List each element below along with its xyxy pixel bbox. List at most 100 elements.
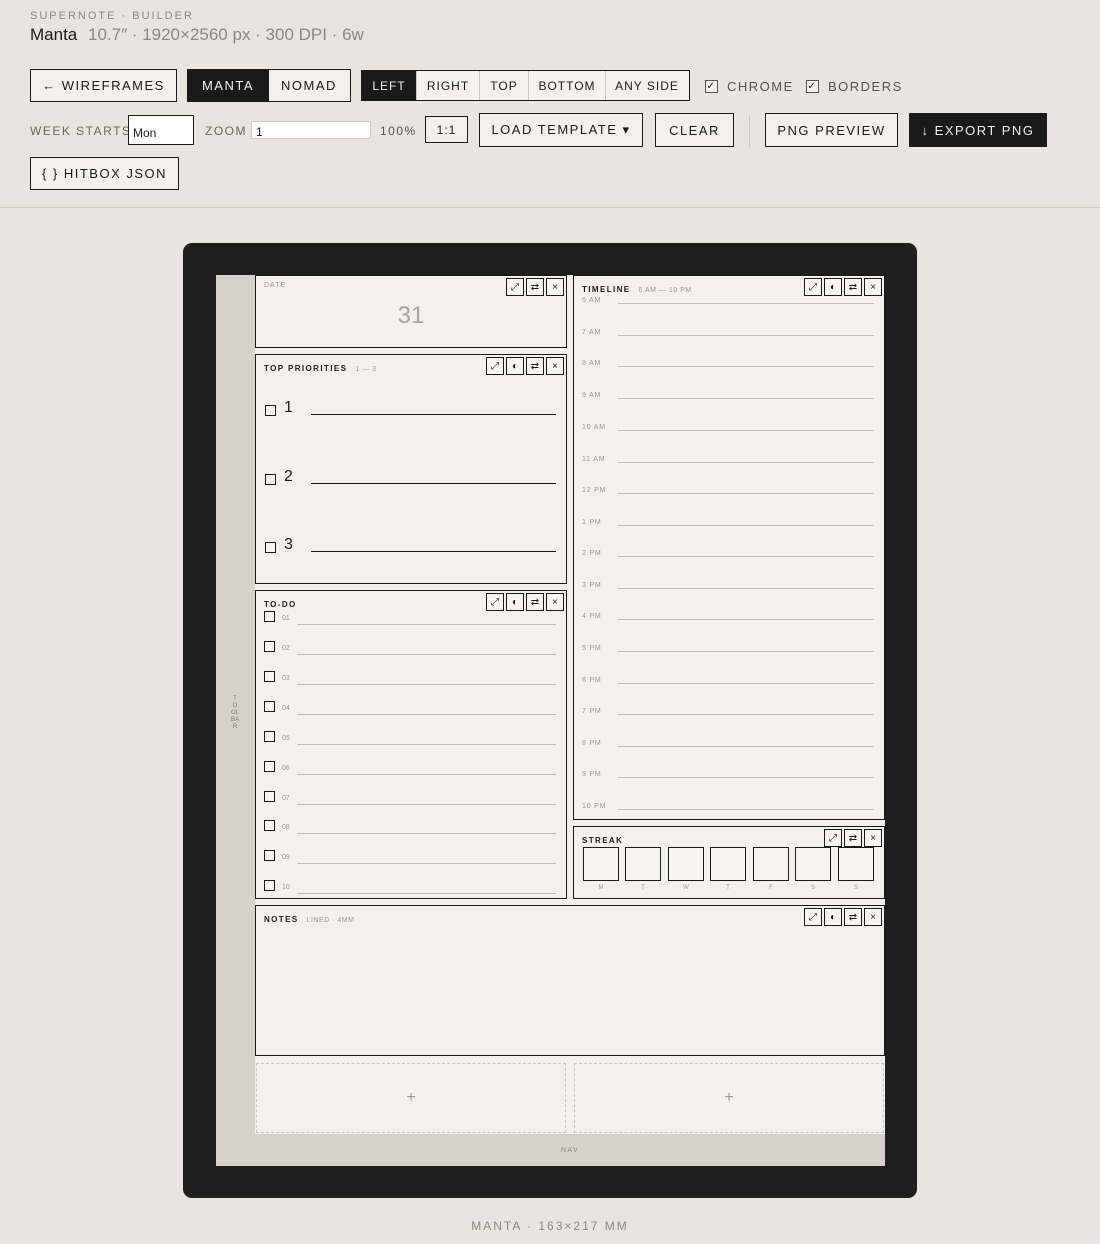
timeline-hour-row[interactable]: 9 PM bbox=[582, 771, 874, 783]
swap-icon[interactable]: ⇄ bbox=[844, 829, 862, 847]
todo-line[interactable] bbox=[297, 863, 556, 864]
timeline-hour-row[interactable]: 6 AM bbox=[582, 297, 874, 309]
clear-button[interactable]: CLEAR bbox=[655, 113, 734, 147]
priority-checkbox[interactable] bbox=[265, 542, 276, 553]
chrome-checkbox[interactable]: ✓ CHROME bbox=[705, 79, 794, 94]
swap-icon[interactable]: ⇄ bbox=[526, 278, 544, 296]
close-icon[interactable]: × bbox=[546, 357, 564, 375]
close-icon[interactable]: × bbox=[864, 829, 882, 847]
resize-icon[interactable]: ⤢ bbox=[506, 278, 524, 296]
streak-day-box[interactable] bbox=[795, 847, 831, 881]
timeline-hour-row[interactable]: 3 PM bbox=[582, 582, 874, 594]
todo-line[interactable] bbox=[297, 654, 556, 655]
timeline-hour-row[interactable]: 10 PM bbox=[582, 803, 874, 815]
add-widget-slot-left[interactable]: + bbox=[256, 1063, 566, 1133]
timeline-hour-row[interactable]: 8 AM bbox=[582, 360, 874, 372]
todo-checkbox[interactable] bbox=[264, 701, 275, 712]
todo-line[interactable] bbox=[297, 804, 556, 805]
priority-checkbox[interactable] bbox=[265, 405, 276, 416]
timeline-hour-row[interactable]: 11 AM bbox=[582, 456, 874, 468]
priority-line[interactable] bbox=[311, 483, 556, 485]
streak-day-box[interactable] bbox=[668, 847, 704, 881]
notes-widget[interactable]: NOTES LINED · 4MM ⤢ ◐ ⇄ × bbox=[255, 905, 885, 1056]
timeline-widget[interactable]: TIMELINE 6 AM — 10 PM ⤢ ◐ ⇄ × 6 AM 7 AM 8… bbox=[573, 275, 885, 820]
load-template-button[interactable]: LOAD TEMPLATE ▾ bbox=[479, 113, 643, 147]
todo-line[interactable] bbox=[297, 774, 556, 775]
contrast-icon[interactable]: ◐ bbox=[506, 357, 524, 375]
timeline-hour-row[interactable]: 7 AM bbox=[582, 329, 874, 341]
resize-icon[interactable]: ⤢ bbox=[486, 593, 504, 611]
borders-checkbox[interactable]: ✓ BORDERS bbox=[806, 79, 903, 94]
zoom-input[interactable]: 1 bbox=[251, 121, 371, 139]
todo-checkbox[interactable] bbox=[264, 880, 275, 891]
resize-icon[interactable]: ⤢ bbox=[824, 829, 842, 847]
hitbox-json-button[interactable]: { } HITBOX JSON bbox=[30, 157, 179, 190]
borders-check-icon[interactable]: ✓ bbox=[806, 80, 819, 93]
todo-line[interactable] bbox=[297, 744, 556, 745]
todo-line[interactable] bbox=[297, 833, 556, 834]
timeline-hour-row[interactable]: 1 PM bbox=[582, 519, 874, 531]
export-png-button[interactable]: ↓ EXPORT PNG bbox=[909, 113, 1047, 147]
todo-checkbox[interactable] bbox=[264, 820, 275, 831]
timeline-hour-row[interactable]: 8 PM bbox=[582, 740, 874, 752]
todo-checkbox[interactable] bbox=[264, 850, 275, 861]
add-widget-slot-right[interactable]: + bbox=[574, 1063, 884, 1133]
swap-icon[interactable]: ⇄ bbox=[844, 908, 862, 926]
resize-icon[interactable]: ⤢ bbox=[804, 278, 822, 296]
side-option-bottom[interactable]: BOTTOM bbox=[529, 71, 606, 100]
png-preview-button[interactable]: PNG PREVIEW bbox=[765, 113, 898, 147]
priority-checkbox[interactable] bbox=[265, 474, 276, 485]
device-option-nomad[interactable]: NOMAD bbox=[268, 70, 349, 101]
timeline-hour-row[interactable]: 7 PM bbox=[582, 708, 874, 720]
week-starts-select[interactable]: Mon bbox=[128, 115, 194, 145]
swap-icon[interactable]: ⇄ bbox=[526, 593, 544, 611]
priority-line[interactable] bbox=[311, 551, 556, 553]
close-icon[interactable]: × bbox=[546, 278, 564, 296]
todo-checkbox[interactable] bbox=[264, 641, 275, 652]
swap-icon[interactable]: ⇄ bbox=[844, 278, 862, 296]
todo-checkbox[interactable] bbox=[264, 731, 275, 742]
chrome-check-icon[interactable]: ✓ bbox=[705, 80, 718, 93]
close-icon[interactable]: × bbox=[864, 908, 882, 926]
side-option-any-side[interactable]: ANY SIDE bbox=[606, 71, 688, 100]
todo-widget[interactable]: TO-DO ⤢ ◐ ⇄ × 01 02 03 04 05 06 07 08 09… bbox=[255, 590, 567, 899]
todo-checkbox[interactable] bbox=[264, 671, 275, 682]
streak-widget[interactable]: STREAK ⤢ ⇄ × M T W T F S S bbox=[573, 826, 885, 899]
contrast-icon[interactable]: ◐ bbox=[506, 593, 524, 611]
timeline-hour-row[interactable]: 9 AM bbox=[582, 392, 874, 404]
timeline-hour-row[interactable]: 10 AM bbox=[582, 424, 874, 436]
contrast-icon[interactable]: ◐ bbox=[824, 908, 842, 926]
todo-line[interactable] bbox=[297, 893, 556, 894]
todo-line[interactable] bbox=[297, 714, 556, 715]
timeline-hour-row[interactable]: 6 PM bbox=[582, 677, 874, 689]
streak-day-box[interactable] bbox=[625, 847, 661, 881]
streak-day-box[interactable] bbox=[710, 847, 746, 881]
streak-day-box[interactable] bbox=[583, 847, 619, 881]
resize-icon[interactable]: ⤢ bbox=[804, 908, 822, 926]
todo-line[interactable] bbox=[297, 624, 556, 625]
timeline-hour-row[interactable]: 5 PM bbox=[582, 645, 874, 657]
priorities-widget[interactable]: TOP PRIORITIES 1 — 3 ⤢ ◐ ⇄ × 1 2 3 bbox=[255, 354, 567, 584]
todo-checkbox[interactable] bbox=[264, 611, 275, 622]
todo-line[interactable] bbox=[297, 684, 556, 685]
priority-line[interactable] bbox=[311, 414, 556, 416]
streak-day-box[interactable] bbox=[753, 847, 789, 881]
timeline-hour-row[interactable]: 2 PM bbox=[582, 550, 874, 562]
close-icon[interactable]: × bbox=[546, 593, 564, 611]
close-icon[interactable]: × bbox=[864, 278, 882, 296]
side-option-right[interactable]: RIGHT bbox=[417, 71, 480, 100]
contrast-icon[interactable]: ◐ bbox=[824, 278, 842, 296]
side-option-top[interactable]: TOP bbox=[480, 71, 529, 100]
timeline-hour-row[interactable]: 4 PM bbox=[582, 613, 874, 625]
swap-icon[interactable]: ⇄ bbox=[526, 357, 544, 375]
streak-day-box[interactable] bbox=[838, 847, 874, 881]
resize-icon[interactable]: ⤢ bbox=[486, 357, 504, 375]
zoom-reset-button[interactable]: 1:1 bbox=[425, 116, 468, 143]
wireframes-back-button[interactable]: ← WIREFRAMES bbox=[30, 69, 177, 102]
todo-checkbox[interactable] bbox=[264, 761, 275, 772]
date-widget[interactable]: DATE ⤢ ⇄ × 31 bbox=[255, 275, 567, 348]
side-option-left[interactable]: LEFT bbox=[362, 71, 417, 100]
device-option-manta[interactable]: MANTA bbox=[188, 70, 268, 101]
timeline-hour-row[interactable]: 12 PM bbox=[582, 487, 874, 499]
todo-checkbox[interactable] bbox=[264, 791, 275, 802]
